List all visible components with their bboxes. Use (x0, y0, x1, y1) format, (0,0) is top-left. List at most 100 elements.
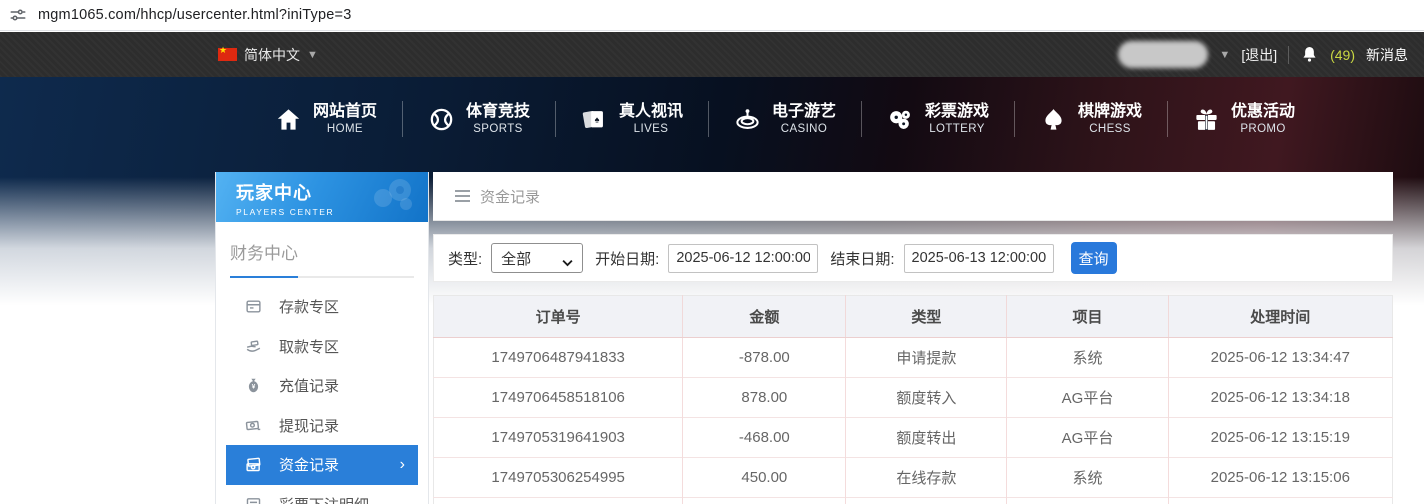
sidebar-item-lottery-bet-detail[interactable]: 彩票下注明细 (226, 485, 418, 504)
username-redacted[interactable] (1118, 41, 1208, 68)
nav-item-chess[interactable]: 棋牌游戏CHESS (1015, 102, 1167, 136)
nav-label-en: LIVES (634, 122, 669, 136)
cell-item: AG平台 (1007, 418, 1168, 458)
recharge-record-icon: ¥ (245, 377, 262, 394)
topbar-divider (1288, 46, 1289, 64)
cell-order-no: 1749706487941833 (434, 338, 683, 378)
nav-label-en: CASINO (781, 122, 828, 136)
withdrawal-record-icon (245, 417, 262, 434)
basketball-icon (428, 106, 455, 133)
sidebar-item-label: 彩票下注明细 (279, 494, 369, 504)
cell-amount: 450.00 (683, 458, 846, 498)
sidebar-item-withdraw-zone[interactable]: 取款专区 (226, 327, 418, 367)
cell-time: 2025-06-12 13:15:19 (1168, 418, 1392, 458)
language-label: 简体中文 (244, 45, 300, 65)
logout-link[interactable]: [退出] (1241, 45, 1277, 65)
nav-label-zh: 棋牌游戏 (1078, 102, 1142, 122)
end-date-input[interactable] (904, 244, 1054, 273)
nav-label-en: SPORTS (473, 122, 522, 136)
table-header-row: 订单号 金额 类型 项目 处理时间 (434, 296, 1393, 338)
sidebar-item-recharge-record[interactable]: ¥ 充值记录 (226, 366, 418, 406)
sidebar-menu: 存款专区 取款专区 ¥ 充值记录 提现记录 资金记录 › (216, 287, 428, 504)
cell-order-no: 1749705306254995 (434, 458, 683, 498)
sidebar-item-deposit-zone[interactable]: 存款专区 (226, 287, 418, 327)
lottery-balls-icon (887, 106, 914, 133)
nav-label-en: CHESS (1089, 122, 1131, 136)
cell-amount: -468.00 (683, 418, 846, 458)
cell-item: 系统 (1007, 458, 1168, 498)
new-messages-link[interactable]: 新消息 (1366, 45, 1408, 65)
nav-label-en: PROMO (1240, 122, 1285, 136)
column-header-item: 项目 (1007, 296, 1168, 338)
nav-item-promo[interactable]: 优惠活动PROMO (1168, 102, 1320, 136)
end-date-label: 结束日期: (830, 248, 894, 269)
cell-amount: 878.00 (683, 378, 846, 418)
query-button[interactable]: 查询 (1071, 242, 1117, 274)
nav-label-zh: 优惠活动 (1231, 102, 1295, 122)
column-header-time: 处理时间 (1168, 296, 1392, 338)
sidebar-item-label: 提现记录 (279, 415, 339, 436)
svg-text:♠: ♠ (595, 114, 600, 124)
sidebar-item-funds-record[interactable]: 资金记录 › (226, 445, 418, 485)
sidebar-item-label: 资金记录 (279, 454, 339, 475)
cell-time: 2025-06-12 13:34:18 (1168, 378, 1392, 418)
nav-item-sports[interactable]: 体育竞技SPORTS (403, 102, 555, 136)
cell-time: 2025-06-12 13:15:06 (1168, 458, 1392, 498)
breadcrumb: 资金记录 (433, 172, 1393, 221)
type-label: 类型: (448, 248, 482, 269)
start-date-input[interactable] (668, 244, 818, 273)
sidebar-section-title: 财务中心 (230, 239, 414, 264)
nav-label-zh: 真人视讯 (619, 102, 683, 122)
cell-type: 额度转出 (846, 418, 1007, 458)
cell-item: 系统 (1007, 338, 1168, 378)
account-topbar: ★ 简体中文 ▼ ▼ [退出] (49) 新消息 (0, 32, 1424, 77)
start-date-label: 开始日期: (595, 248, 659, 269)
funds-record-panel: 资金记录 类型: 全部 开始日期: 结束日期: 查询 订单号 金额 类型 项目 … (433, 172, 1393, 504)
page-url[interactable]: mgm1065.com/hhcp/usercenter.html?iniType… (38, 7, 351, 23)
sidebar-header: 玩家中心 PLAYERS CENTER (216, 172, 428, 222)
bet-detail-icon (245, 496, 262, 504)
funds-record-icon (245, 456, 262, 473)
type-select[interactable]: 全部 (491, 243, 583, 273)
gift-icon (1193, 106, 1220, 133)
nav-item-lives[interactable]: ♠ 真人视讯LIVES (556, 102, 708, 136)
cell-order-no: 1749705319641903 (434, 418, 683, 458)
table-row: 1749705306254995 450.00 在线存款 系统 2025-06-… (434, 458, 1393, 498)
china-flag-icon: ★ (218, 48, 237, 61)
language-selector[interactable]: ★ 简体中文 ▼ (218, 32, 318, 77)
browser-address-bar[interactable]: mgm1065.com/hhcp/usercenter.html?iniType… (0, 0, 1424, 31)
deposit-icon (245, 298, 262, 315)
withdraw-icon (245, 338, 262, 355)
message-count[interactable]: (49) (1330, 47, 1355, 63)
cell-order-no: 1749706458518106 (434, 378, 683, 418)
table-row: 1749705319641903 -468.00 额度转出 AG平台 2025-… (434, 418, 1393, 458)
nav-label-zh: 电子游艺 (772, 102, 836, 122)
column-header-amount: 金额 (683, 296, 846, 338)
filter-bar: 类型: 全部 开始日期: 结束日期: 查询 (433, 234, 1393, 282)
topbar-user-area: ▼ [退出] (49) 新消息 (1118, 32, 1408, 77)
nav-item-home[interactable]: 网站首页HOME (250, 102, 402, 136)
notification-bell-icon[interactable] (1300, 45, 1319, 64)
sidebar-item-label: 取款专区 (279, 336, 339, 357)
gamepad-icon (362, 178, 418, 216)
hamburger-icon (455, 190, 470, 202)
cell-amount: -878.00 (683, 338, 846, 378)
user-chevron-down-icon[interactable]: ▼ (1219, 49, 1230, 61)
sidebar-item-withdrawal-record[interactable]: 提现记录 (226, 406, 418, 446)
cell-item: AG平台 (1007, 378, 1168, 418)
table-row: 1749706487941833 -878.00 申请提款 系统 2025-06… (434, 338, 1393, 378)
home-icon (275, 106, 302, 133)
site-settings-icon[interactable] (9, 6, 27, 24)
cell-type: 在线存款 (846, 458, 1007, 498)
breadcrumb-label: 资金记录 (480, 186, 540, 207)
column-header-type: 类型 (846, 296, 1007, 338)
sidebar-item-label: 存款专区 (279, 296, 339, 317)
main-nav: 网站首页HOME 体育竞技SPORTS ♠ 真人视讯LIVES 电子游艺CASI… (73, 86, 1424, 152)
players-center-sidebar: 玩家中心 PLAYERS CENTER 财务中心 存款专区 取款专区 ¥ 充值记… (215, 172, 429, 504)
sidebar-section: 财务中心 (230, 239, 414, 278)
nav-label-zh: 彩票游戏 (925, 102, 989, 122)
nav-item-casino[interactable]: 电子游艺CASINO (709, 102, 861, 136)
svg-text:¥: ¥ (252, 384, 256, 391)
table-row-partial (434, 498, 1393, 504)
nav-item-lottery[interactable]: 彩票游戏LOTTERY (862, 102, 1014, 136)
